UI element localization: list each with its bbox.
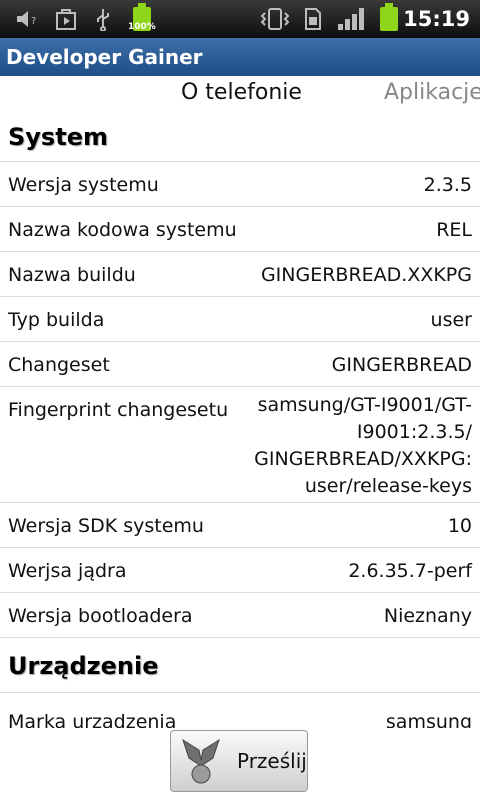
row-value-line: I9001:2.3.5/ bbox=[356, 421, 472, 443]
row-label: Nazwa kodowa systemu bbox=[8, 219, 237, 241]
row-value: 2.6.35.7-perf bbox=[348, 560, 472, 582]
play-store-icon bbox=[52, 0, 80, 38]
row-label: Wersja SDK systemu bbox=[8, 515, 204, 537]
svg-text:?: ? bbox=[31, 16, 36, 27]
tab-applications[interactable]: Aplikacje bbox=[384, 80, 480, 105]
list-item: Nazwa buildu GINGERBREAD.XXKPG bbox=[0, 252, 480, 297]
vibrate-icon bbox=[258, 0, 292, 38]
row-value-line: samsung/GT-I9001/GT- bbox=[257, 394, 472, 416]
row-value: GINGERBREAD.XXKPG bbox=[260, 264, 472, 286]
tab-strip: O telefonie Aplikacje bbox=[0, 76, 480, 116]
row-value: Nieznany bbox=[383, 605, 472, 627]
mute-icon: ? bbox=[12, 0, 44, 38]
row-value: user bbox=[430, 309, 472, 331]
clock: 15:19 bbox=[403, 7, 470, 31]
row-label: Nazwa buildu bbox=[8, 264, 136, 286]
row-value-line: user/release-keys bbox=[304, 475, 472, 497]
app-title: Developer Gainer bbox=[0, 38, 480, 76]
row-label: Changeset bbox=[8, 354, 110, 376]
info-list[interactable]: System Wersja systemu 2.3.5 Nazwa kodowa… bbox=[0, 116, 480, 728]
battery-icon bbox=[131, 0, 153, 38]
row-value: GINGERBREAD bbox=[331, 354, 472, 376]
list-item: Nazwa kodowa systemu REL bbox=[0, 207, 480, 252]
row-label: Werjsa jądra bbox=[8, 560, 127, 582]
row-value: REL bbox=[436, 219, 472, 241]
row-value: samsung bbox=[385, 711, 472, 728]
row-value-line: GINGERBREAD/XXKPG: bbox=[254, 448, 472, 470]
send-button[interactable]: Prześlij bbox=[170, 730, 308, 792]
battery-percent: 100% bbox=[128, 22, 156, 32]
list-item: Marka urządzenia samsung bbox=[0, 693, 480, 728]
tab-about-phone[interactable]: O telefonie bbox=[181, 80, 302, 105]
row-label: Wersja bootloadera bbox=[8, 605, 193, 627]
row-label: Typ builda bbox=[8, 309, 105, 331]
sim-icon bbox=[302, 0, 324, 38]
list-item: Typ builda user bbox=[0, 297, 480, 342]
row-label: Fingerprint changesetu bbox=[8, 399, 229, 421]
signal-icon bbox=[336, 0, 366, 38]
row-value: 10 bbox=[447, 515, 472, 537]
list-item: Wersja SDK systemu 10 bbox=[0, 503, 480, 548]
row-label: Marka urządzenia bbox=[8, 711, 177, 728]
send-icon bbox=[182, 738, 220, 784]
row-value: samsung/GT-I9001/GT- I9001:2.3.5/ GINGER… bbox=[254, 387, 472, 502]
section-title-system: System bbox=[0, 116, 480, 162]
list-item: Fingerprint changesetu samsung/GT-I9001/… bbox=[0, 387, 480, 503]
row-label: Wersja systemu bbox=[8, 174, 159, 196]
section-title-device: Urządzenie bbox=[0, 638, 480, 693]
send-button-label: Prześlij bbox=[237, 749, 307, 773]
list-item: Changeset GINGERBREAD bbox=[0, 342, 480, 387]
status-bar: ? 100% 15:19 bbox=[0, 0, 480, 38]
list-item: Werjsa jądra 2.6.35.7-perf bbox=[0, 548, 480, 593]
list-item: Wersja bootloadera Nieznany bbox=[0, 593, 480, 638]
bottom-bar: Prześlij bbox=[0, 728, 480, 800]
usb-icon bbox=[90, 0, 116, 38]
list-item: Wersja systemu 2.3.5 bbox=[0, 162, 480, 207]
row-value: 2.3.5 bbox=[423, 174, 472, 196]
battery-icon bbox=[378, 0, 400, 38]
